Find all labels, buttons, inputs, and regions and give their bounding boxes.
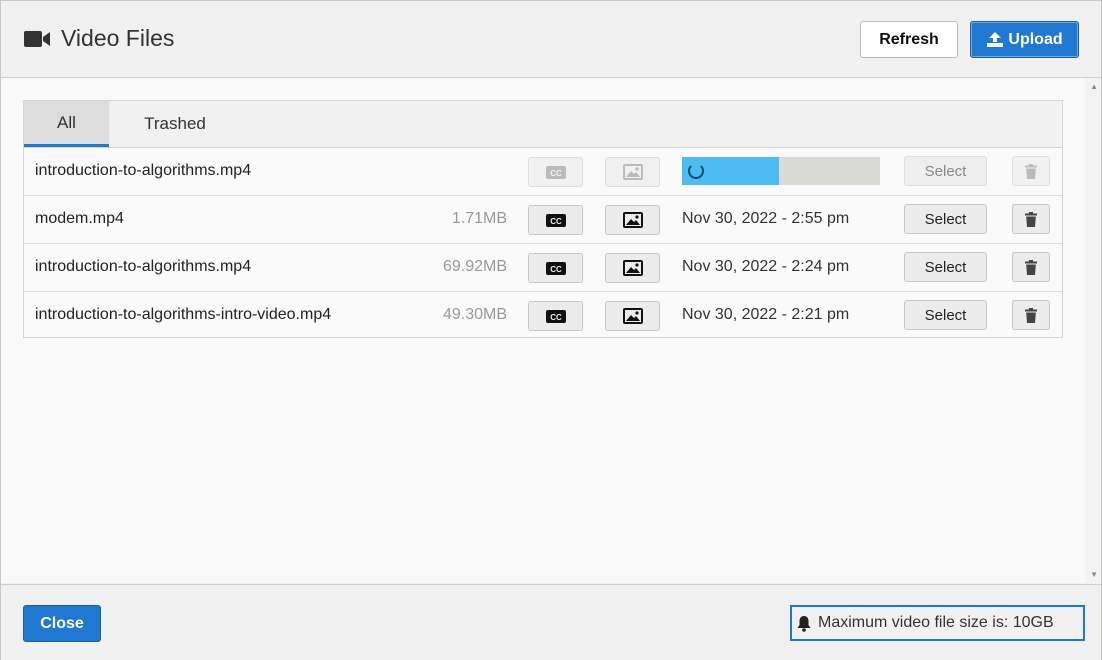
- select-button[interactable]: Select: [904, 252, 987, 282]
- files-panel: All Trashed introduction-to-algorithms.m…: [23, 100, 1063, 338]
- modal-footer: Close Maximum video file size is: 10GB: [1, 584, 1101, 660]
- image-icon: [622, 308, 643, 324]
- delete-button[interactable]: [1012, 204, 1050, 234]
- file-name: introduction-to-algorithms.mp4: [35, 162, 252, 179]
- file-size-notice: Maximum video file size is: 10GB: [790, 605, 1085, 641]
- trash-icon: [1025, 163, 1037, 179]
- captions-button[interactable]: CC: [528, 205, 583, 235]
- file-size: 49.30MB: [442, 306, 507, 323]
- tab-bar: All Trashed: [24, 101, 1062, 148]
- refresh-button[interactable]: Refresh: [860, 21, 958, 58]
- trash-icon: [1025, 307, 1037, 323]
- page-title: Video Files: [61, 25, 175, 51]
- thumbnail-button[interactable]: [605, 301, 660, 331]
- file-size: 1.71MB: [451, 210, 507, 227]
- image-icon: [622, 164, 643, 180]
- file-row: introduction-to-algorithms.mp4 CC Select: [24, 148, 1062, 196]
- spinner-icon: [688, 163, 704, 179]
- svg-text:CC: CC: [550, 217, 562, 226]
- closed-caption-icon: CC: [545, 309, 566, 323]
- trash-icon: [1025, 211, 1037, 227]
- svg-text:CC: CC: [550, 313, 562, 322]
- svg-text:CC: CC: [550, 265, 562, 274]
- captions-button[interactable]: CC: [528, 253, 583, 283]
- thumbnail-button[interactable]: [605, 157, 660, 187]
- trash-icon: [1025, 259, 1037, 275]
- delete-button[interactable]: [1012, 300, 1050, 330]
- upload-progress-bar: [682, 157, 880, 185]
- file-name: modem.mp4: [35, 210, 124, 227]
- upload-icon: [987, 32, 1004, 47]
- upload-date: Nov 30, 2022 - 2:55 pm: [682, 210, 850, 227]
- file-row: modem.mp4 1.71MB CC Nov 30, 2022 - 2:55: [24, 196, 1062, 244]
- closed-caption-icon: CC: [545, 261, 566, 275]
- file-size: 69.92MB: [442, 258, 507, 275]
- file-row: introduction-to-algorithms.mp4 69.92MB C…: [24, 244, 1062, 292]
- video-files-modal: Video Files Refresh Upload All Trashed i…: [0, 0, 1102, 660]
- captions-button[interactable]: CC: [528, 301, 583, 331]
- upload-button[interactable]: Upload: [970, 21, 1079, 58]
- scroll-up-icon[interactable]: ▲: [1090, 82, 1098, 91]
- file-name: introduction-to-algorithms-intro-video.m…: [35, 306, 332, 323]
- modal-header: Video Files Refresh Upload: [1, 1, 1101, 78]
- image-icon: [622, 260, 643, 276]
- closed-caption-icon: CC: [545, 213, 566, 227]
- thumbnail-button[interactable]: [605, 253, 660, 283]
- select-button[interactable]: Select: [904, 156, 987, 186]
- tab-trashed[interactable]: Trashed: [109, 101, 241, 147]
- closed-caption-icon: CC: [545, 165, 566, 179]
- file-row: introduction-to-algorithms-intro-video.m…: [24, 292, 1062, 339]
- notice-text: Maximum video file size is: 10GB: [818, 614, 1054, 631]
- upload-date: Nov 30, 2022 - 2:24 pm: [682, 258, 850, 275]
- bell-icon: [797, 615, 811, 632]
- vertical-scrollbar[interactable]: ▲ ▼: [1085, 78, 1101, 583]
- image-icon: [622, 212, 643, 228]
- thumbnail-button[interactable]: [605, 205, 660, 235]
- file-name: introduction-to-algorithms.mp4: [35, 258, 252, 275]
- close-button[interactable]: Close: [23, 605, 101, 642]
- upload-label: Upload: [1008, 30, 1063, 48]
- scroll-down-icon[interactable]: ▼: [1090, 570, 1098, 579]
- select-button[interactable]: Select: [904, 204, 987, 234]
- tab-all[interactable]: All: [24, 101, 109, 147]
- title-wrap: Video Files: [23, 25, 174, 52]
- upload-date: Nov 30, 2022 - 2:21 pm: [682, 306, 850, 323]
- svg-text:CC: CC: [550, 169, 562, 178]
- select-button[interactable]: Select: [904, 300, 987, 330]
- delete-button[interactable]: [1012, 252, 1050, 282]
- modal-body: All Trashed introduction-to-algorithms.m…: [1, 78, 1101, 583]
- video-camera-icon: [24, 30, 50, 47]
- captions-button[interactable]: CC: [528, 157, 583, 187]
- delete-button[interactable]: [1012, 156, 1050, 186]
